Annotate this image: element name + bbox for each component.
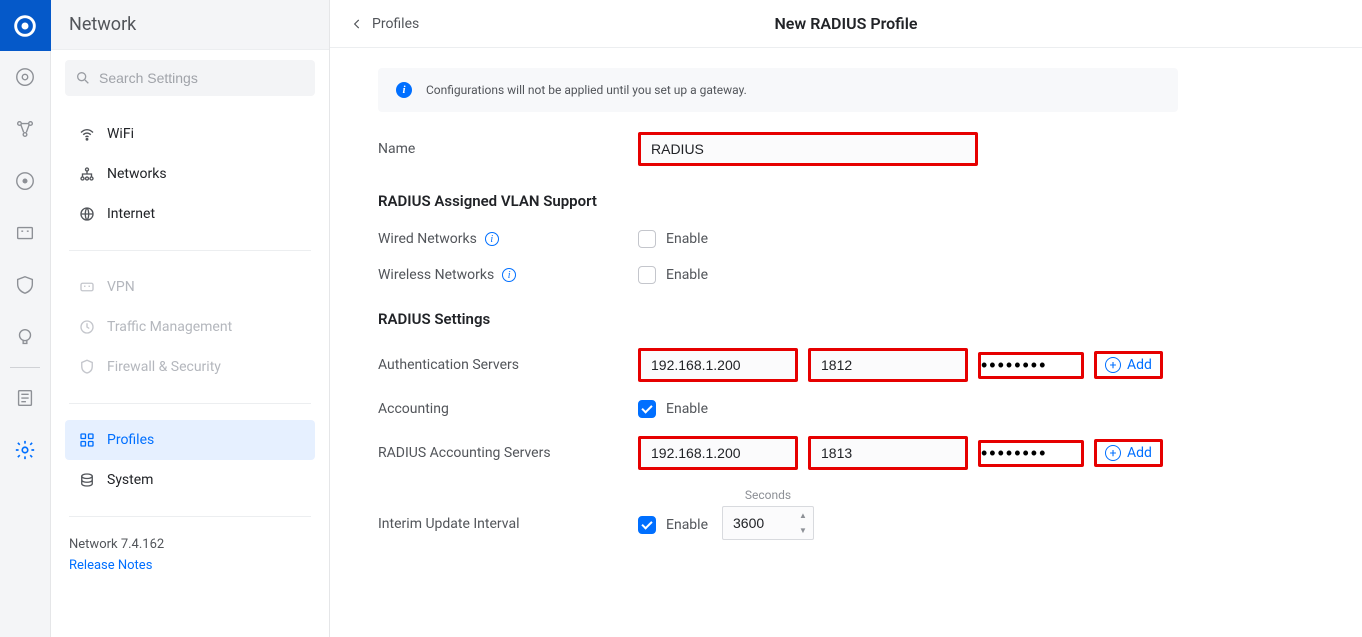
plus-icon: + (1105, 445, 1121, 461)
rail-item-security[interactable] (0, 259, 51, 311)
accounting-label: Accounting (378, 401, 638, 417)
release-notes-link[interactable]: Release Notes (69, 558, 311, 573)
wireless-label: Wireless Networks i (378, 267, 638, 283)
sidebar-item-system[interactable]: System (65, 460, 315, 500)
rail-item-ports[interactable] (0, 207, 51, 259)
name-input[interactable] (638, 132, 978, 166)
sidebar-item-profiles[interactable]: Profiles (65, 420, 315, 460)
accounting-enable-label: Enable (666, 401, 708, 417)
auth-servers-label: Authentication Servers (378, 357, 638, 373)
rail-item-insights[interactable] (0, 311, 51, 363)
back-label: Profiles (372, 16, 419, 32)
auth-ip-input[interactable] (638, 348, 798, 382)
networks-icon (75, 165, 99, 183)
sidebar-separator (69, 516, 311, 517)
globe-icon (75, 205, 99, 223)
wired-label: Wired Networks i (378, 231, 638, 247)
wireless-enable-label: Enable (666, 267, 708, 283)
main-panel: Profiles New RADIUS Profile i Configurat… (330, 0, 1362, 637)
system-icon (75, 471, 99, 489)
wired-checkbox[interactable] (638, 230, 656, 248)
banner-text: Configurations will not be applied until… (426, 83, 747, 97)
acct-password-input[interactable] (981, 443, 1081, 464)
sidebar-item-label: Internet (107, 206, 155, 222)
sidebar-item-label: Networks (107, 166, 167, 182)
sidebar-item-traffic: Traffic Management (65, 307, 315, 347)
search-icon (75, 70, 91, 86)
sidebar-item-label: VPN (107, 279, 135, 295)
rail-item-topology[interactable] (0, 103, 51, 155)
sidebar-item-label: System (107, 472, 153, 488)
rail-item-logs[interactable] (0, 372, 51, 424)
app-title-bar: Network (51, 0, 329, 50)
sidebar-item-label: Firewall & Security (107, 359, 221, 375)
app-title: Network (69, 14, 136, 35)
search-container[interactable] (65, 60, 315, 96)
chevron-left-icon (350, 17, 364, 31)
rail-item-radio[interactable] (0, 155, 51, 207)
back-button[interactable]: Profiles (350, 16, 419, 32)
seconds-label: Seconds (722, 488, 814, 502)
sidebar-item-vpn: VPN (65, 267, 315, 307)
sidebar-separator (69, 250, 311, 251)
sidebar-item-networks[interactable]: Networks (65, 154, 315, 194)
app-logo[interactable] (0, 0, 51, 51)
acct-ip-input[interactable] (638, 436, 798, 470)
wired-enable-label: Enable (666, 231, 708, 247)
auth-add-button[interactable]: + Add (1097, 354, 1160, 376)
sidebar-item-label: Profiles (107, 432, 154, 448)
auth-port-input[interactable] (808, 348, 968, 382)
page-header: Profiles New RADIUS Profile (330, 0, 1362, 48)
acct-port-input[interactable] (808, 436, 968, 470)
vpn-icon (75, 278, 99, 296)
auth-password-input[interactable] (981, 355, 1081, 376)
content-scroll[interactable]: i Configurations will not be applied unt… (330, 48, 1362, 637)
sidebar-item-label: Traffic Management (107, 319, 232, 335)
plus-icon: + (1105, 357, 1121, 373)
wireless-checkbox[interactable] (638, 266, 656, 284)
accounting-checkbox[interactable] (638, 400, 656, 418)
stepper-down[interactable]: ▼ (794, 523, 812, 538)
shield-icon (75, 358, 99, 376)
wifi-icon (75, 125, 99, 143)
unifi-logo-icon (11, 12, 39, 40)
acct-servers-label: RADIUS Accounting Servers (378, 445, 638, 461)
info-tooltip-icon[interactable]: i (502, 268, 516, 282)
rail-item-settings[interactable] (0, 424, 51, 476)
sidebar-item-wifi[interactable]: WiFi (65, 114, 315, 154)
sidebar-separator (69, 403, 311, 404)
sidebar-item-firewall: Firewall & Security (65, 347, 315, 387)
vlan-section-title: RADIUS Assigned VLAN Support (378, 192, 1178, 210)
nav-rail (0, 0, 51, 637)
info-tooltip-icon[interactable]: i (485, 232, 499, 246)
info-banner: i Configurations will not be applied unt… (378, 68, 1178, 112)
info-icon: i (396, 82, 412, 98)
search-input[interactable] (99, 70, 305, 86)
sidebar-item-internet[interactable]: Internet (65, 194, 315, 234)
page-title: New RADIUS Profile (330, 14, 1362, 33)
acct-add-button[interactable]: + Add (1097, 442, 1160, 464)
traffic-icon (75, 318, 99, 336)
rail-item-devices[interactable] (0, 51, 51, 103)
stepper-up[interactable]: ▲ (794, 508, 812, 523)
version-label: Network 7.4.162 (69, 537, 311, 552)
rail-divider (10, 367, 40, 368)
interim-enable-label: Enable (666, 517, 708, 533)
sidebar: Network WiFi Networks Internet V (51, 0, 330, 637)
sidebar-item-label: WiFi (107, 126, 134, 142)
interim-checkbox[interactable] (638, 516, 656, 534)
interim-label: Interim Update Interval (378, 516, 638, 540)
name-label: Name (378, 141, 638, 157)
settings-section-title: RADIUS Settings (378, 310, 1178, 328)
profiles-icon (75, 431, 99, 449)
